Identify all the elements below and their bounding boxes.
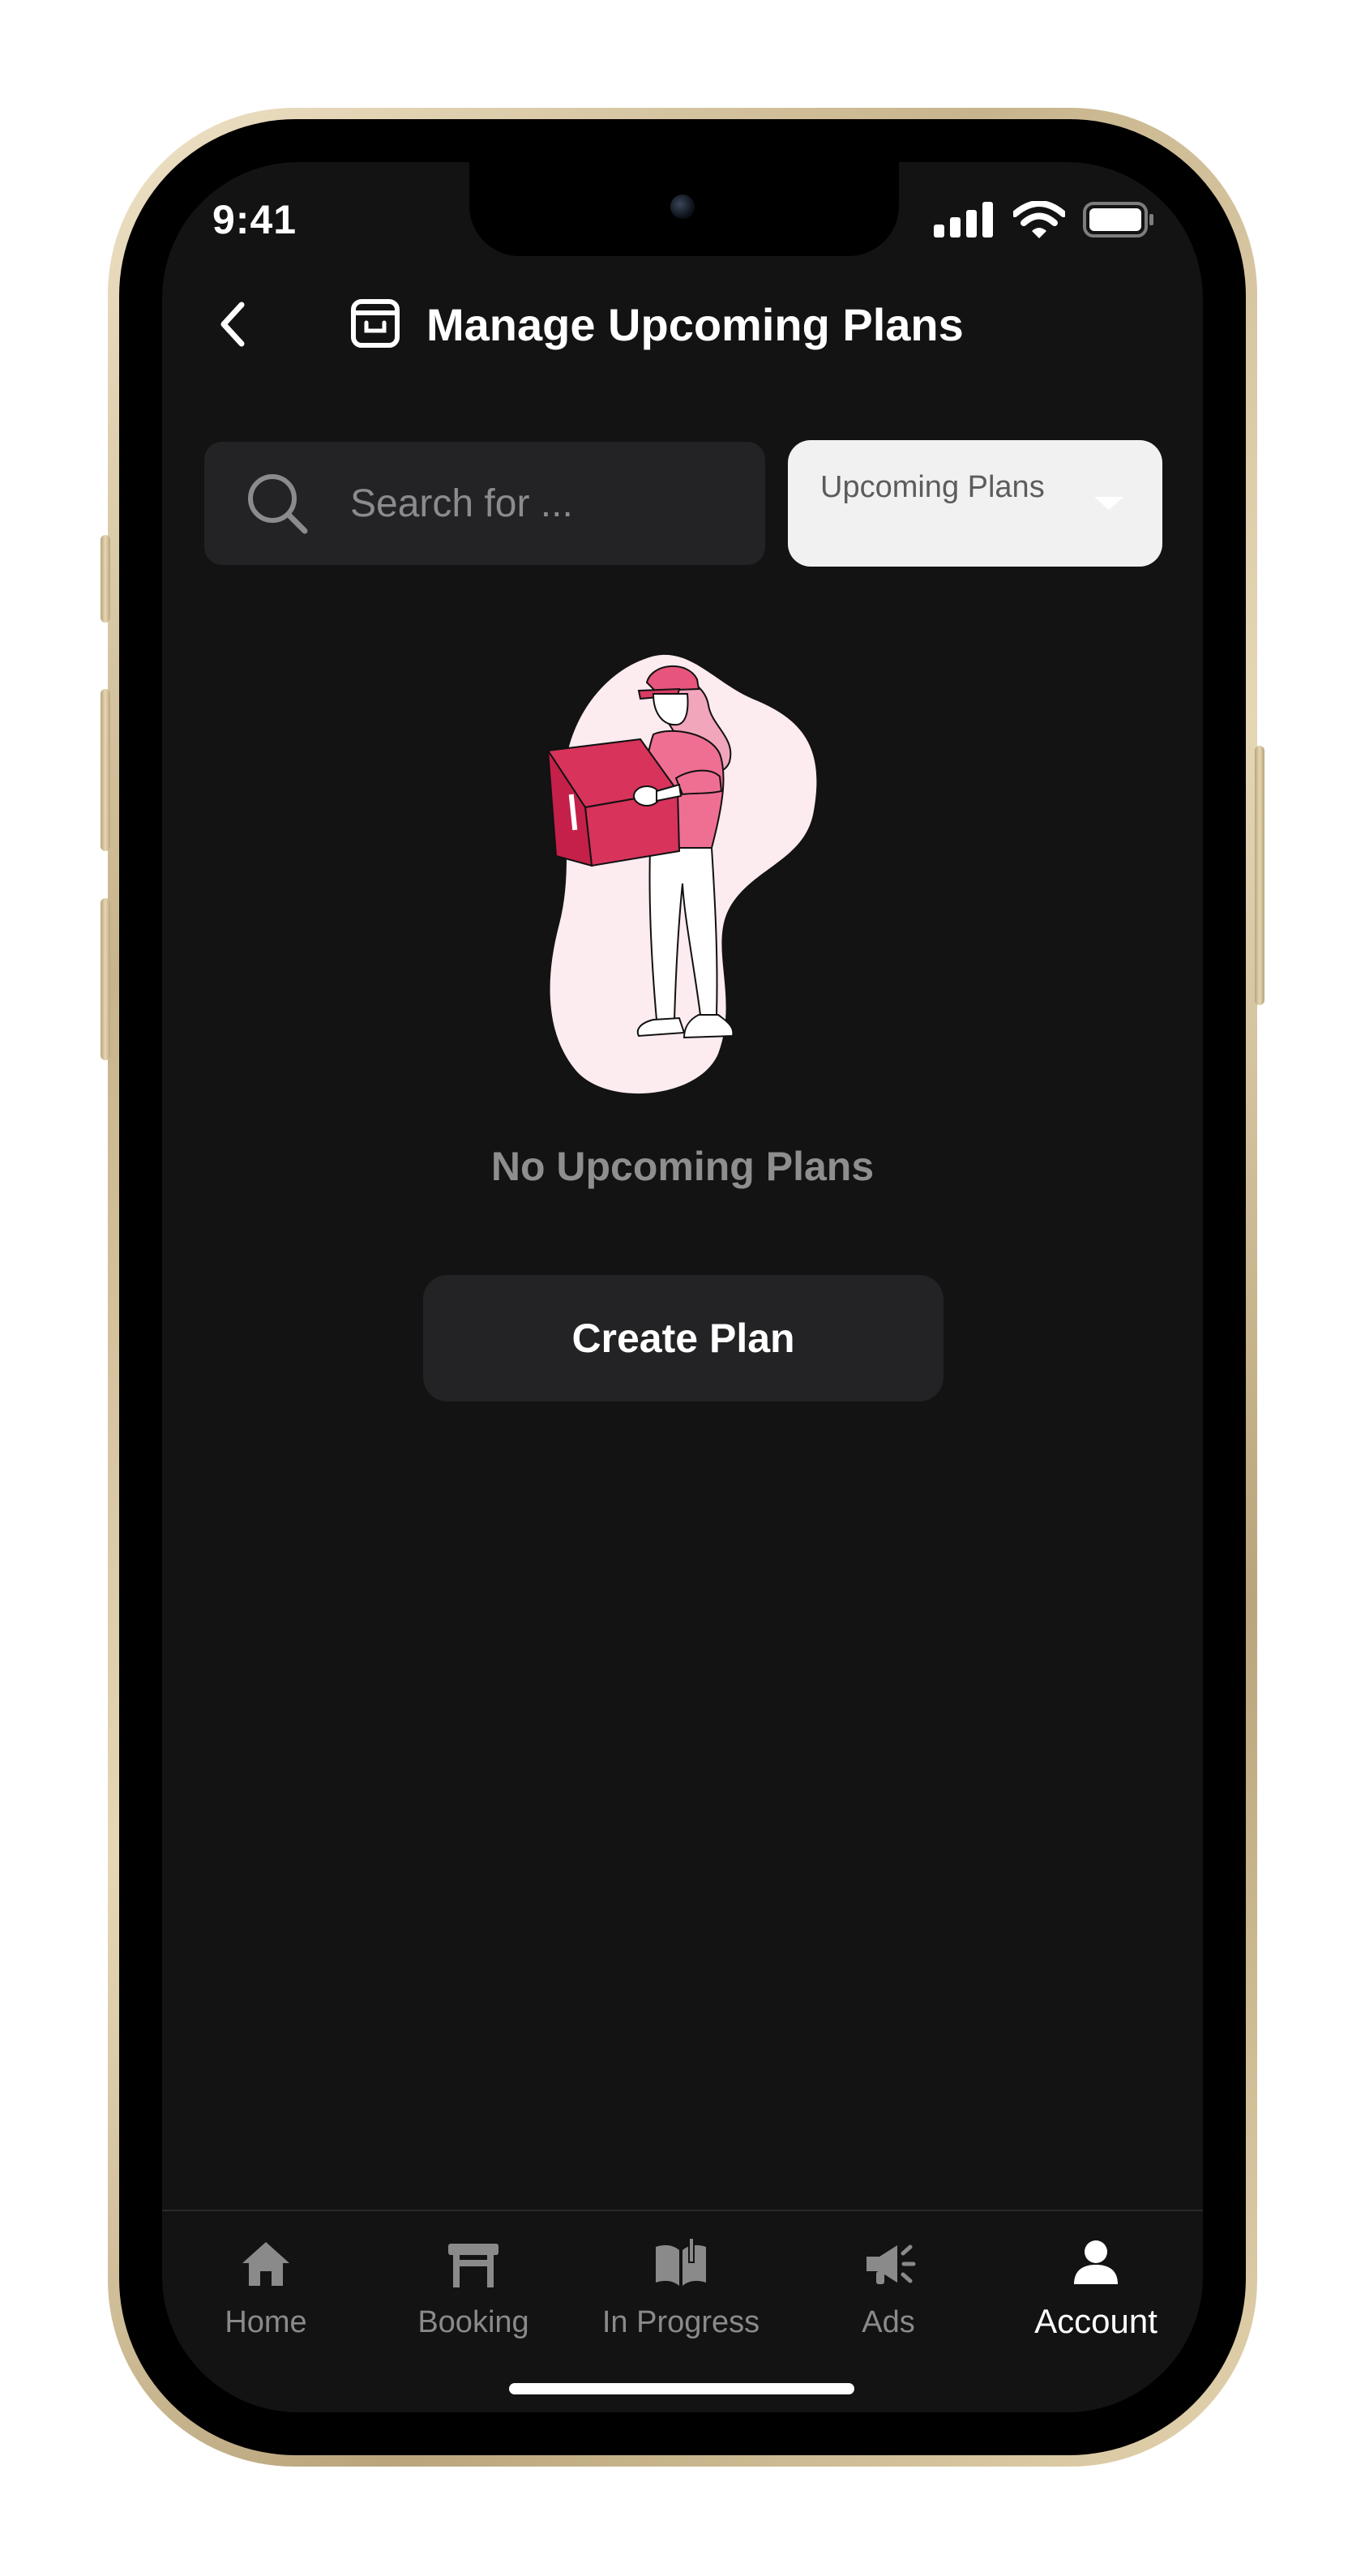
signal-icon: [934, 202, 993, 237]
search-input[interactable]: [350, 474, 739, 533]
power-button: [1255, 746, 1264, 1005]
megaphone-icon: [866, 2244, 916, 2284]
status-time: 9:41: [212, 197, 297, 242]
tab-ads[interactable]: Ads: [785, 2236, 992, 2357]
search-icon: [248, 474, 308, 534]
tab-in-progress-label: In Progress: [601, 2305, 760, 2339]
chevron-left-icon: [220, 302, 245, 347]
search-bar[interactable]: [204, 442, 765, 565]
tab-account-label: Account: [1034, 2302, 1157, 2340]
status-icons: [934, 201, 1154, 238]
app-screen: 9:41 Manage Upcoming Plans Search for ..…: [162, 162, 1203, 2412]
user-icon: [1074, 2240, 1118, 2284]
volume-down-button: [101, 898, 110, 1060]
silent-switch: [101, 535, 110, 623]
tab-ads-label: Ads: [862, 2305, 915, 2339]
create-plan-button[interactable]: Create Plan: [423, 1275, 944, 1401]
tab-in-progress[interactable]: In Progress: [577, 2236, 785, 2357]
home-icon: [242, 2242, 289, 2286]
tab-booking-label: Booking: [417, 2305, 529, 2339]
empty-state-message: No Upcoming Plans: [490, 1144, 875, 1189]
back-button[interactable]: [211, 300, 259, 349]
page-header: Manage Upcoming Plans: [162, 284, 1203, 365]
tab-home-label: Home: [225, 2305, 307, 2339]
home-indicator[interactable]: [509, 2383, 854, 2394]
caret-down-icon: [1094, 497, 1123, 510]
tab-account[interactable]: Account: [992, 2236, 1200, 2357]
archive-box-icon: [351, 299, 400, 348]
tab-booking[interactable]: Booking: [370, 2236, 577, 2357]
wifi-icon: [1013, 201, 1065, 238]
volume-up-button: [101, 689, 110, 851]
table-icon: [448, 2244, 499, 2287]
book-icon: [656, 2239, 706, 2286]
notch: [469, 162, 899, 256]
battery-icon: [1083, 202, 1153, 237]
tab-home[interactable]: Home: [162, 2236, 370, 2357]
page-title: Manage Upcoming Plans: [426, 299, 964, 350]
person-holding-box-illustration: [546, 654, 817, 1094]
front-camera: [670, 195, 695, 219]
bottom-tab-bar: Home Booking In Progress Ads Account: [162, 2210, 1203, 2412]
filter-selected-value: Upcoming Plans: [820, 470, 1045, 504]
plan-filter-dropdown[interactable]: Upcoming Plans: [788, 440, 1162, 567]
